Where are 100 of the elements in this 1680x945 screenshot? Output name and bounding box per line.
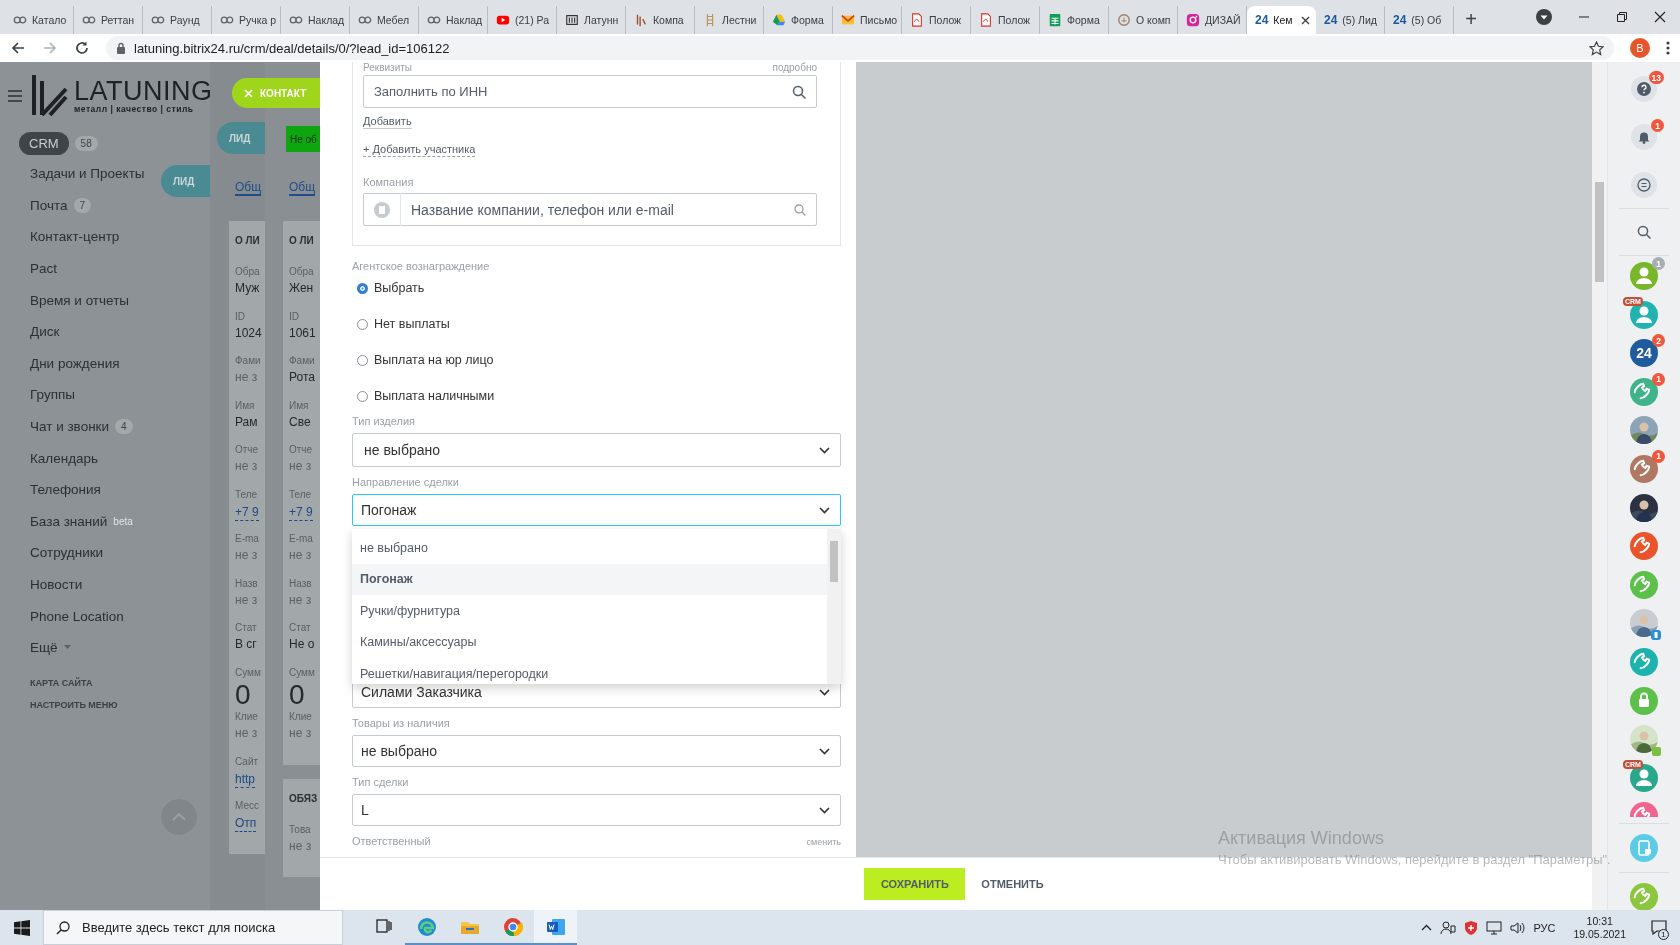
add-link[interactable]: Добавить xyxy=(363,114,412,129)
menu-item[interactable]: Дни рождения xyxy=(30,355,120,371)
menu-item[interactable]: Задачи и Проекты xyxy=(30,166,145,182)
field-value: Рота xyxy=(289,369,316,386)
radio-option[interactable]: Выбрать xyxy=(357,277,841,299)
link[interactable]: http xyxy=(235,769,255,788)
field-label: Теле xyxy=(289,487,313,502)
dropdown-option[interactable]: Погонаж xyxy=(352,563,827,595)
radio-option[interactable]: Выплата наличными xyxy=(357,385,841,407)
close-button[interactable] xyxy=(1654,11,1666,23)
new-tab-button[interactable]: + xyxy=(1454,4,1488,34)
stripes-icon xyxy=(634,13,648,27)
menu-item[interactable]: CRM xyxy=(19,131,69,155)
menu-item[interactable]: Диск xyxy=(30,324,60,340)
menu-item[interactable]: Телефония xyxy=(30,482,101,498)
save-button[interactable]: СОХРАНИТЬ xyxy=(864,868,966,900)
count-badge: 13 xyxy=(1648,71,1664,84)
menu-item[interactable]: Группы xyxy=(30,387,75,403)
section-title: О ЛИ xyxy=(235,234,261,248)
field-value: Све xyxy=(289,413,312,431)
round-button[interactable] xyxy=(1631,124,1657,150)
notifications-button[interactable]: 1 xyxy=(1644,910,1674,945)
taskbar-app[interactable] xyxy=(534,910,577,945)
radio-circle[interactable] xyxy=(357,354,368,366)
link[interactable]: Отп xyxy=(235,814,257,832)
menu-item[interactable]: Ещё xyxy=(30,640,58,656)
menu-item[interactable]: Почта xyxy=(30,197,68,213)
more-icon[interactable] xyxy=(1666,40,1670,56)
search-icon[interactable] xyxy=(1637,225,1651,239)
chevron-up-icon[interactable] xyxy=(1421,924,1433,931)
address-field[interactable]: latuning.bitrix24.ru/crm/deal/details/0/?lead_id=106122 xyxy=(106,36,1614,60)
language-indicator[interactable]: РУС xyxy=(1533,921,1556,934)
menu-item[interactable]: Pact xyxy=(30,261,57,277)
radio-option[interactable]: Нет выплаты xyxy=(357,313,841,335)
monitor-icon[interactable] xyxy=(1486,920,1503,935)
envelope-icon xyxy=(841,13,855,27)
search-icon[interactable] xyxy=(792,84,806,99)
dropdown-button[interactable] xyxy=(1536,9,1552,25)
user-avatar[interactable] xyxy=(1630,262,1658,290)
link[interactable]: +7 9 xyxy=(235,502,259,521)
browser-tab[interactable]: 24 Кем xyxy=(1247,6,1316,34)
phone-avatar[interactable] xyxy=(1630,647,1658,676)
radio-circle[interactable] xyxy=(357,390,368,402)
text-input[interactable]: Название компании, телефон или e-mail xyxy=(400,193,784,226)
radio-circle[interactable] xyxy=(357,318,368,330)
shield-icon[interactable] xyxy=(1464,920,1479,935)
chat-icon[interactable] xyxy=(1637,178,1651,192)
menu-item[interactable]: Контакт-центр xyxy=(30,229,120,245)
help-icon[interactable] xyxy=(1637,82,1651,96)
dropdown-option[interactable]: Камины/аксессуары xyxy=(352,626,827,658)
dropdown-option[interactable]: не выбрано xyxy=(352,532,827,564)
phone-avatar[interactable] xyxy=(1630,532,1658,561)
dropdown-option[interactable]: Ручки/фурнитура xyxy=(352,595,827,627)
menu-item[interactable]: Календарь xyxy=(30,450,99,466)
radio-circle[interactable] xyxy=(357,282,368,294)
field-label: Отче xyxy=(289,443,314,457)
radio-option[interactable]: Выплата на юр лицо xyxy=(357,349,841,371)
select-field[interactable]: L xyxy=(352,794,841,826)
counter-badge: 4 xyxy=(115,419,133,435)
lock-avatar[interactable] xyxy=(1630,686,1658,715)
add-participant-link[interactable]: + Добавить участника xyxy=(363,142,476,157)
bell-icon[interactable] xyxy=(1637,130,1651,144)
field-value: В сг xyxy=(235,636,258,653)
people-icon[interactable] xyxy=(1440,920,1457,935)
select-field[interactable]: не выбрано xyxy=(352,433,841,467)
company-field[interactable]: Название компании, телефон или e-mail xyxy=(363,193,817,226)
phone-avatar[interactable] xyxy=(1630,570,1658,599)
field-value: не з xyxy=(235,591,259,609)
field-value: не з xyxy=(289,725,313,742)
field-label: Теле xyxy=(235,487,259,502)
select-field[interactable]: не выбрано xyxy=(352,735,841,767)
link[interactable]: +7 9 xyxy=(289,502,313,521)
close-icon[interactable] xyxy=(1301,15,1310,25)
clock-time[interactable]: 10:31 xyxy=(1586,914,1613,928)
star-icon[interactable] xyxy=(1589,40,1604,56)
speaker-icon[interactable] xyxy=(1510,920,1526,935)
menu-item[interactable]: Время и отчеты xyxy=(30,292,130,308)
profile-avatar[interactable]: В xyxy=(1630,38,1650,58)
cancel-button[interactable]: ОТМЕНИТЬ xyxy=(977,878,1048,890)
status-tag: Не об xyxy=(286,126,320,152)
taskbar-search-field[interactable]: Введите здесь текст для поиска xyxy=(43,910,343,945)
phone-avatar[interactable] xyxy=(1630,377,1658,406)
text-input[interactable]: Введите здесь текст для поиска xyxy=(80,919,342,936)
scrollbar[interactable] xyxy=(827,529,841,684)
text-input[interactable]: Заполнить по ИНН xyxy=(374,84,782,99)
menu-item[interactable]: Чат и звонки xyxy=(30,419,110,435)
select-field[interactable]: Погонаж xyxy=(352,494,841,526)
inn-field[interactable]: Заполнить по ИНН xyxy=(363,75,817,108)
back-icon[interactable] xyxy=(10,40,26,56)
clock-date[interactable]: 19.05.2021 xyxy=(1573,927,1626,941)
menu-item[interactable]: Сотрудники xyxy=(30,545,104,561)
round-button[interactable] xyxy=(1631,172,1657,198)
menu-item[interactable]: Новости xyxy=(30,577,83,592)
reload-icon[interactable] xyxy=(74,40,90,56)
menu-item[interactable]: Phone Location xyxy=(30,608,124,624)
restore-button[interactable] xyxy=(1616,11,1628,23)
menu-icon[interactable] xyxy=(8,90,22,102)
menu-item[interactable]: База знаний xyxy=(30,513,108,529)
forward-icon[interactable] xyxy=(42,40,58,56)
phone-avatar[interactable] xyxy=(1630,454,1658,483)
